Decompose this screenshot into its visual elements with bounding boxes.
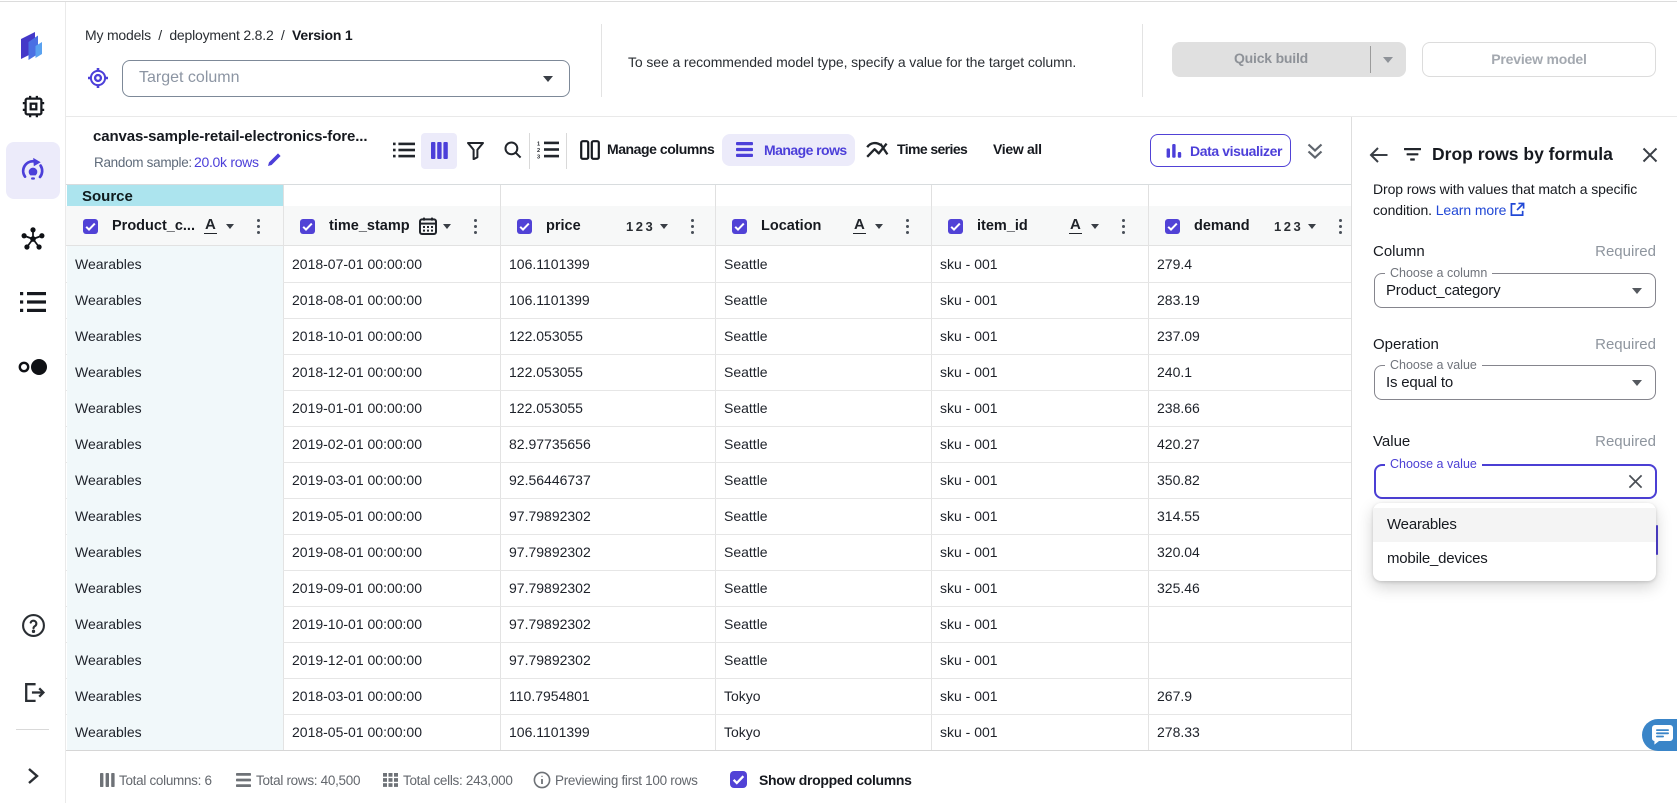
svg-text:3: 3	[537, 155, 540, 160]
svg-text:1: 1	[537, 141, 540, 147]
svg-text:2: 2	[537, 148, 540, 154]
